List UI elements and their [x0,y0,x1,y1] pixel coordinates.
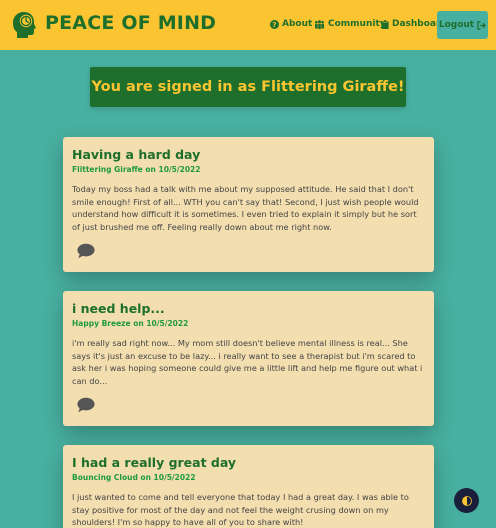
post-meta: Bouncing Cloud on 10/5/2022 [72,473,196,482]
comment-icon[interactable] [77,243,95,259]
question-circle-icon: ? [270,19,279,29]
theme-toggle-button[interactable] [454,488,479,513]
post-title[interactable]: Having a hard day [72,147,425,162]
post-meta: Flittering Giraffe on 10/5/2022 [72,165,201,174]
logout-button[interactable]: Logout [437,11,488,39]
sign-out-icon [477,20,487,30]
nav-about[interactable]: ? About [270,19,312,29]
signed-in-banner: You are signed in as Flittering Giraffe! [90,67,406,107]
clipboard-icon [381,19,389,29]
post-title[interactable]: i need help... [72,301,425,316]
nav-community[interactable]: Community [314,19,386,29]
post-body: Today my boss had a talk with me about m… [72,184,419,232]
logout-label: Logout [438,20,475,30]
post-body: I just wanted to come and tell everyone … [72,492,409,527]
svg-text:?: ? [272,20,276,29]
top-navbar: PEACE OF MIND ? About Community Dashboar… [0,0,496,50]
post-meta: Happy Breeze on 10/5/2022 [72,319,189,328]
post-body: i'm really sad right now... My mom still… [72,338,423,386]
half-moon-icon [461,495,472,506]
brand-title[interactable]: PEACE OF MIND [45,12,216,34]
post-card: Having a hard day Flittering Giraffe on … [63,137,434,272]
post-title[interactable]: I had a really great day [72,455,425,470]
post-card: i need help... Happy Breeze on 10/5/2022… [63,291,434,426]
post-card: I had a really great day Bouncing Cloud … [63,445,434,528]
community-icon [315,19,324,29]
nav-about-label: About [282,19,313,29]
nav-community-label: Community [328,19,386,29]
head-clock-logo-icon[interactable] [9,10,37,38]
comment-icon[interactable] [77,397,95,413]
